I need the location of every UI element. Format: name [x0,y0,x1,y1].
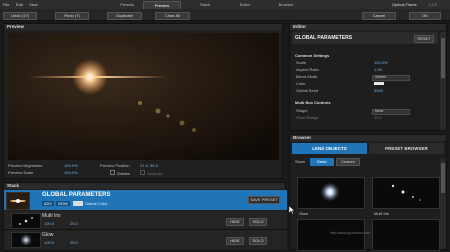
common-settings-title: Common Settings [295,53,330,58]
editor-title: Editor [290,24,446,30]
browser-item-multi-iris-label: Multi Iris [374,211,389,216]
app-title: Optical Flares [392,2,417,7]
cancel-button[interactable]: Cancel [362,12,396,20]
editor-params: Common Settings Scale 100.0% Aspect Rati… [292,46,438,130]
layer-value[interactable]: 100.0 [44,240,54,245]
editor-scrollbar-thumb[interactable] [441,38,445,78]
stack-panel: Stack GLOBAL PARAMETERS ADV BOW Global C… [3,182,287,251]
browser-title: Browser [290,135,446,141]
browser-item-4[interactable] [372,219,440,251]
layer-value-2[interactable]: 25.0 [70,221,78,226]
editor-panel: Editor GLOBAL PARAMETERS RESET Common Se… [289,23,447,131]
clear-all-button[interactable]: Clear All [155,12,190,20]
tab-presets[interactable]: Presets [112,1,142,8]
layer-value[interactable]: 100.0 [44,221,54,226]
global-color-swatch[interactable] [73,201,83,206]
ok-button[interactable]: OK [409,12,441,20]
duplicate-button[interactable]: Duplicate [107,12,142,20]
param-shape: Shape None [292,108,438,115]
layer-value-2[interactable]: 25.0 [70,240,78,245]
tab-browser[interactable]: Browser [266,1,306,8]
filter-basic-button[interactable]: Basic [310,158,334,166]
tab-preset-browser[interactable]: PRESET BROWSER [369,143,444,154]
preview-viewport[interactable] [8,33,279,160]
stack-layer-glow[interactable]: Glow 100.0 25.0 HIDE SOLO [4,230,287,251]
stack-layer-multi-iris[interactable]: Multi Iris 100.0 25.0 HIDE SOLO [4,211,287,230]
menu-file[interactable]: File [3,2,9,7]
menu-edit[interactable]: Edit [16,2,23,7]
param-value[interactable]: 3000 [374,88,383,93]
param-aspect-ratio: Aspect Ratio 1.00 [296,67,382,72]
browser-item-glow[interactable] [297,177,365,209]
editor-section-header: GLOBAL PARAMETERS RESET [292,32,438,44]
preview-position-row: Preview Position 21.4, 55.5 [100,163,158,168]
mouse-cursor-icon [288,201,296,215]
param-value[interactable]: 10.0 [374,115,382,120]
editor-scrollbar[interactable] [440,32,446,130]
tab-lens-objects[interactable]: LENS OBJECTS [292,143,367,154]
guides-checkbox[interactable]: Guides [110,170,130,176]
show-all-checkbox[interactable]: Show All [140,170,162,176]
multibox-title: Multi Box Controls [295,100,331,105]
undo-button[interactable]: Undo (17) [3,12,37,20]
global-parameters-row[interactable]: GLOBAL PARAMETERS ADV BOW Global Color S… [4,190,287,210]
param-blend-mode: Blend Mode Screen [292,74,438,81]
multi-iris-thumbnail [11,213,41,229]
watermark-text: http://www.tg-tianboo.com [330,231,371,235]
global-row-title: GLOBAL PARAMETERS [42,192,111,198]
layer-name: Glow [42,232,54,238]
hide-button[interactable]: HIDE [226,218,244,226]
menu-bar: File Edit View Presets Preview Stack Edi… [0,0,450,10]
preview-panel: Preview Preview Brightness 100.0% Previe… [3,23,283,179]
global-color-label: Global Color [85,201,108,206]
preview-position-value[interactable]: 21.4, 55.5 [140,163,158,168]
global-thumbnail [6,192,30,210]
browser-item-3[interactable] [297,219,365,251]
tab-stack[interactable]: Stack [186,1,224,8]
blend-mode-dropdown[interactable]: Screen [372,74,410,81]
lens-flare-render [8,33,279,160]
layer-name: Multi Iris [42,213,61,219]
preview-title: Preview [4,24,282,30]
editor-section-title: GLOBAL PARAMETERS [295,35,353,41]
param-color: Color [292,81,438,86]
toolbar: Undo (17) Redo (7) Duplicate Clear All C… [0,9,450,21]
filter-custom-button[interactable]: Custom [336,158,360,166]
preview-scale-row: Preview Scale 100.0% [8,170,78,175]
solo-button[interactable]: SOLO [249,218,267,226]
hide-button[interactable]: HIDE [226,237,244,245]
param-scale: Scale 100.0% [296,60,388,65]
param-global-seed: Global Seed 3000 [296,88,383,93]
browser-scrollbar[interactable] [440,159,446,249]
browser-scrollbar-thumb[interactable] [441,163,445,193]
glow-thumbnail [11,232,41,248]
shape-dropdown[interactable]: None [372,108,410,115]
app-version: 1.2.5 [428,2,437,7]
stack-title: Stack [4,183,285,189]
browser-item-multi-iris[interactable] [372,177,440,209]
preview-brightness-value[interactable]: 100.0% [64,163,78,168]
preview-scale-value[interactable]: 100.0% [64,170,78,175]
reset-button[interactable]: RESET [414,35,434,43]
preview-brightness-row: Preview Brightness 100.0% [8,163,78,168]
tab-editor[interactable]: Editor [226,1,264,8]
browser-panel: Browser LENS OBJECTS PRESET BROWSER Show… [289,134,447,251]
save-preset-button[interactable]: SAVE PRESET [248,196,280,204]
browser-item-glow-label: Glow [299,211,309,216]
global-tag-b[interactable]: BOW [56,201,70,206]
show-label: Show [295,159,306,164]
param-short-range: Short Range 10.0 [296,115,382,120]
menu-view[interactable]: View [29,2,38,7]
color-swatch[interactable] [374,82,384,85]
redo-button[interactable]: Redo (7) [55,12,89,20]
global-tag-a[interactable]: ADV [42,201,54,206]
param-value[interactable]: 100.0% [374,60,388,65]
solo-button[interactable]: SOLO [249,237,267,245]
param-value[interactable]: 1.00 [374,67,382,72]
